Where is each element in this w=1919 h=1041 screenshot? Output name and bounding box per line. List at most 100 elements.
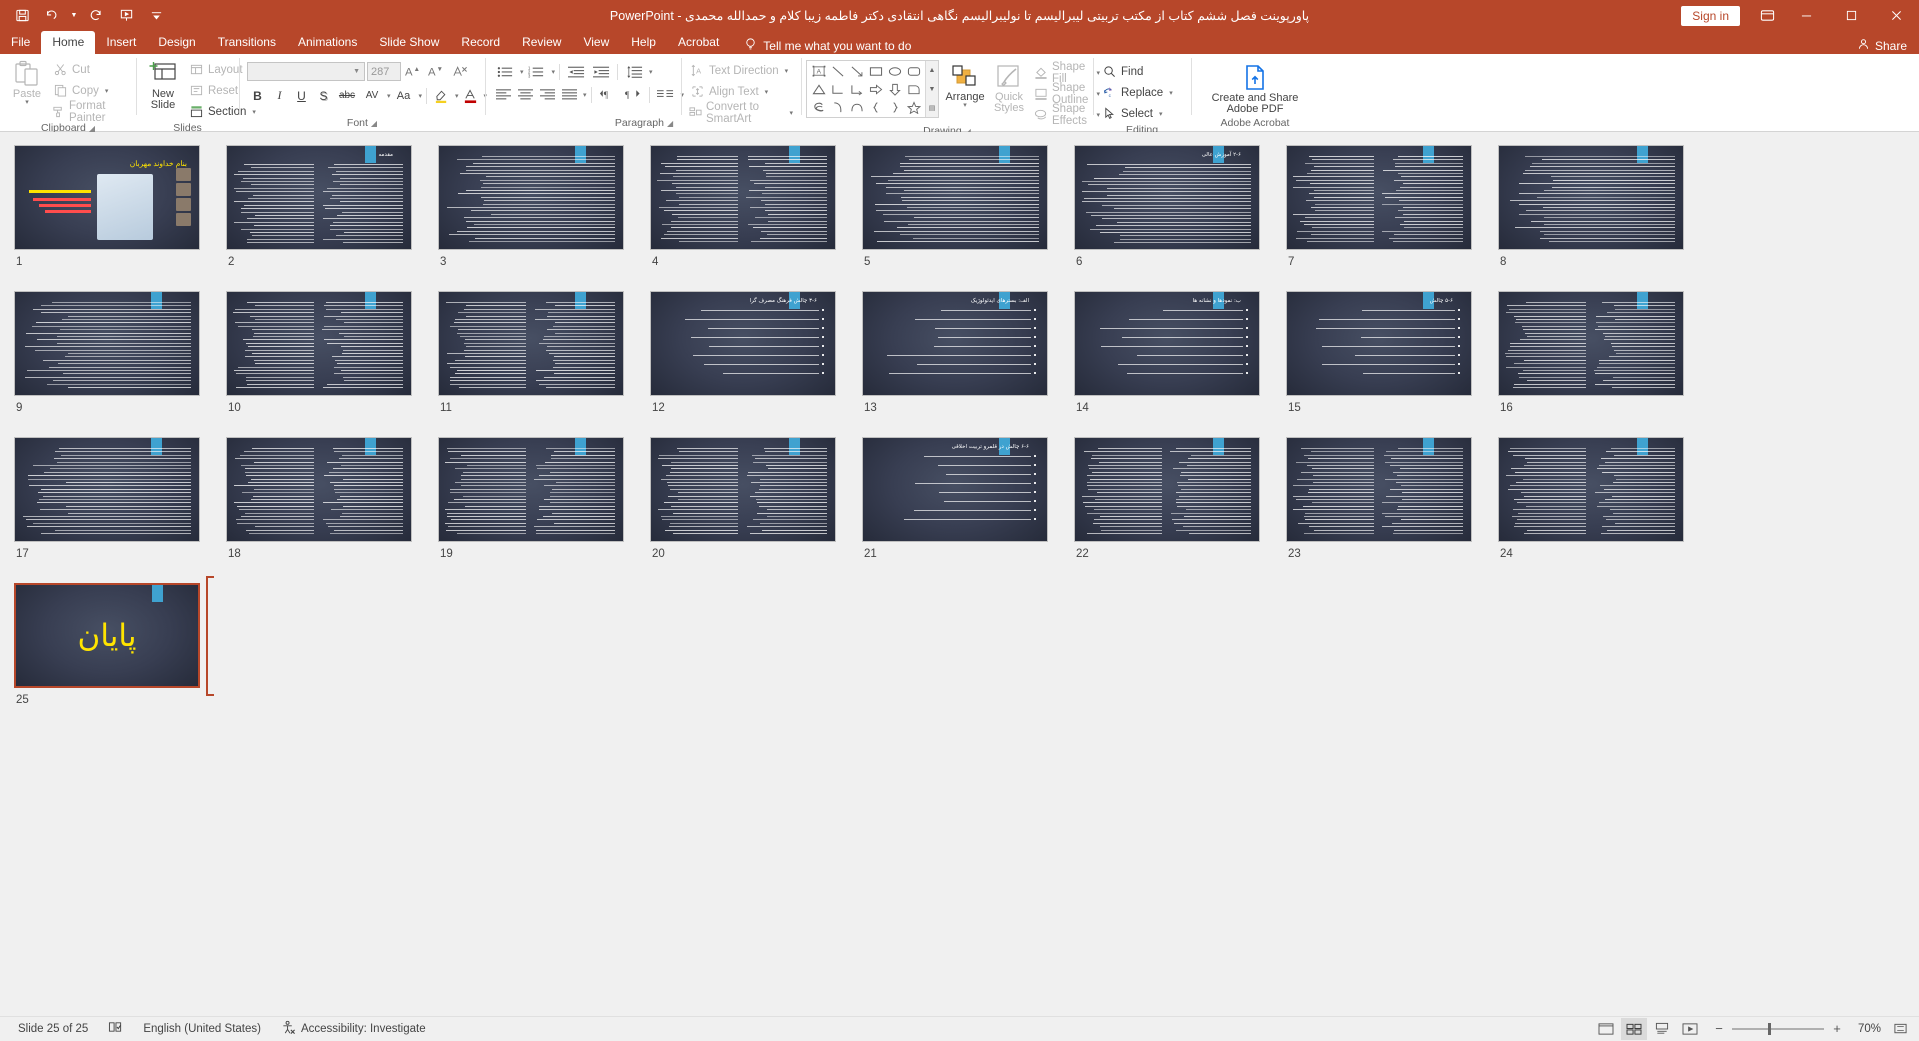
slide-thumbnail[interactable]: پایان	[14, 583, 200, 688]
tab-home[interactable]: Home	[41, 31, 95, 54]
shapes-scroll-up-icon[interactable]: ▲	[926, 61, 938, 80]
font-name-dropdown-icon[interactable]: ▼	[353, 68, 360, 75]
slide-thumbnail[interactable]	[1498, 145, 1684, 250]
shapes-more-icon[interactable]: ▤	[926, 98, 938, 117]
change-case-button[interactable]: Aa	[392, 85, 416, 106]
undo-dropdown-icon[interactable]: ▼	[68, 4, 80, 28]
copy-button[interactable]: Copy ▾	[49, 80, 131, 101]
align-text-dropdown-icon[interactable]: ▾	[765, 88, 769, 96]
slide-indicator[interactable]: Slide 25 of 25	[8, 1017, 98, 1041]
share-button[interactable]: Share	[1857, 38, 1907, 54]
slide-thumbnail[interactable]: ۳-۶ چالش فرهنگ مصرف گرا	[650, 291, 836, 396]
slide-thumbnail[interactable]	[1498, 291, 1684, 396]
ltr-direction-button[interactable]: ¶	[596, 84, 620, 105]
find-button[interactable]: Find	[1098, 61, 1176, 82]
slide-thumbnail[interactable]	[438, 145, 624, 250]
line-spacing-dropdown-icon[interactable]: ▾	[649, 68, 653, 76]
align-left-button[interactable]	[493, 84, 514, 105]
create-share-adobe-pdf-button[interactable]: Create and Share Adobe PDF	[1195, 61, 1315, 117]
language-indicator[interactable]: English (United States)	[133, 1017, 271, 1041]
font-color-button[interactable]	[460, 85, 481, 106]
shapes-gallery[interactable]: A	[806, 60, 939, 118]
arrange-button[interactable]: Arrange ▾	[943, 60, 987, 111]
shape-line-icon[interactable]	[828, 62, 847, 80]
slide-thumbnail[interactable]	[226, 291, 412, 396]
italic-button[interactable]: I	[269, 85, 290, 106]
justify-button[interactable]	[559, 84, 580, 105]
increase-indent-button[interactable]	[589, 61, 613, 82]
customize-quick-access-icon[interactable]	[142, 4, 170, 28]
shape-textbox-icon[interactable]: A	[809, 62, 828, 80]
paste-button[interactable]: Paste ▾	[5, 57, 49, 108]
undo-icon[interactable]	[38, 4, 66, 28]
accessibility-button[interactable]: Accessibility: Investigate	[271, 1017, 436, 1041]
align-text-button[interactable]: Align Text ▾	[686, 81, 771, 102]
paste-dropdown-icon[interactable]: ▾	[25, 100, 29, 106]
shape-arc-icon[interactable]	[847, 98, 866, 116]
slide-thumbnail[interactable]: ۵-۶ چالش	[1286, 291, 1472, 396]
align-dropdown-icon[interactable]: ▾	[583, 91, 587, 99]
clear-formatting-button[interactable]	[449, 61, 470, 82]
tab-design[interactable]: Design	[147, 31, 206, 54]
slide-thumbnail[interactable]: ۶-۶ چالش در قلمرو تربیت اخلاقی	[862, 437, 1048, 542]
text-shadow-button[interactable]: S	[313, 85, 334, 106]
ribbon-display-options-icon[interactable]	[1750, 0, 1784, 31]
slide-thumbnail[interactable]: الف: بسترهای ایدئولوژیک	[862, 291, 1048, 396]
bullets-dropdown-icon[interactable]: ▾	[520, 68, 524, 76]
text-highlight-color-button[interactable]	[431, 85, 452, 106]
shape-star-icon[interactable]	[904, 98, 923, 116]
start-presentation-icon[interactable]	[112, 4, 140, 28]
minimize-button[interactable]	[1784, 0, 1829, 31]
shape-right-brace-icon[interactable]	[885, 98, 904, 116]
shape-down-arrow-icon[interactable]	[885, 80, 904, 98]
shape-rounded-rectangle-icon[interactable]	[904, 62, 923, 80]
tab-transitions[interactable]: Transitions	[207, 31, 287, 54]
slideshow-view-button[interactable]	[1677, 1018, 1703, 1040]
maximize-button[interactable]	[1829, 0, 1874, 31]
slide-thumbnail[interactable]: ب: نمودها و نشانه ها	[1074, 291, 1260, 396]
shape-rectangle-icon[interactable]	[866, 62, 885, 80]
columns-button[interactable]	[654, 84, 678, 105]
tab-slide-show[interactable]: Slide Show	[368, 31, 450, 54]
bullets-button[interactable]	[493, 61, 517, 82]
tab-file[interactable]: File	[0, 31, 41, 54]
convert-to-smartart-button[interactable]: Convert to SmartArt ▾	[686, 102, 796, 123]
character-spacing-dropdown-icon[interactable]: ▾	[387, 92, 391, 100]
slide-thumbnail[interactable]	[438, 291, 624, 396]
notes-view-button[interactable]	[1649, 1018, 1675, 1040]
tell-me-search[interactable]: Tell me what you want to do	[730, 37, 911, 54]
slide-sorter-view-button[interactable]	[1621, 1018, 1647, 1040]
zoom-out-button[interactable]: −	[1713, 1021, 1725, 1036]
slide-thumbnail[interactable]	[14, 291, 200, 396]
zoom-in-button[interactable]: +	[1831, 1021, 1843, 1036]
font-size-combobox[interactable]: 287	[367, 62, 401, 81]
decrease-font-size-button[interactable]: A▼	[426, 61, 447, 82]
tab-animations[interactable]: Animations	[287, 31, 368, 54]
numbering-dropdown-icon[interactable]: ▾	[552, 68, 556, 76]
character-spacing-button[interactable]: AV	[360, 85, 384, 106]
increase-font-size-button[interactable]: A▲	[403, 61, 424, 82]
select-dropdown-icon[interactable]: ▾	[1159, 110, 1163, 118]
shape-elbow-connector-icon[interactable]	[828, 80, 847, 98]
decrease-indent-button[interactable]	[564, 61, 588, 82]
slide-thumbnail[interactable]	[1286, 145, 1472, 250]
slide-thumbnail[interactable]	[1498, 437, 1684, 542]
tab-insert[interactable]: Insert	[95, 31, 147, 54]
text-direction-button[interactable]: A Text Direction ▾	[686, 60, 791, 81]
shape-scribble-icon[interactable]	[809, 98, 828, 116]
new-slide-button[interactable]: New Slide	[141, 57, 185, 113]
shape-elbow-arrow-icon[interactable]	[847, 80, 866, 98]
slide-thumbnail[interactable]	[438, 437, 624, 542]
paragraph-dialog-launcher-icon[interactable]: ◢	[667, 119, 673, 128]
select-button[interactable]: Select ▾	[1098, 103, 1176, 124]
tab-acrobat[interactable]: Acrobat	[667, 31, 730, 54]
text-direction-dropdown-icon[interactable]: ▾	[785, 67, 789, 75]
cut-button[interactable]: Cut	[49, 59, 131, 80]
shape-arrow-icon[interactable]	[847, 62, 866, 80]
slide-thumbnail[interactable]	[226, 437, 412, 542]
highlight-dropdown-icon[interactable]: ▾	[455, 92, 459, 100]
replace-button[interactable]: bc Replace ▾	[1098, 82, 1176, 103]
slide-thumbnail[interactable]: بنام خداوند مهربان	[14, 145, 200, 250]
slide-thumbnail[interactable]: ۲-۶ آموزش عالی	[1074, 145, 1260, 250]
tab-view[interactable]: View	[572, 31, 620, 54]
